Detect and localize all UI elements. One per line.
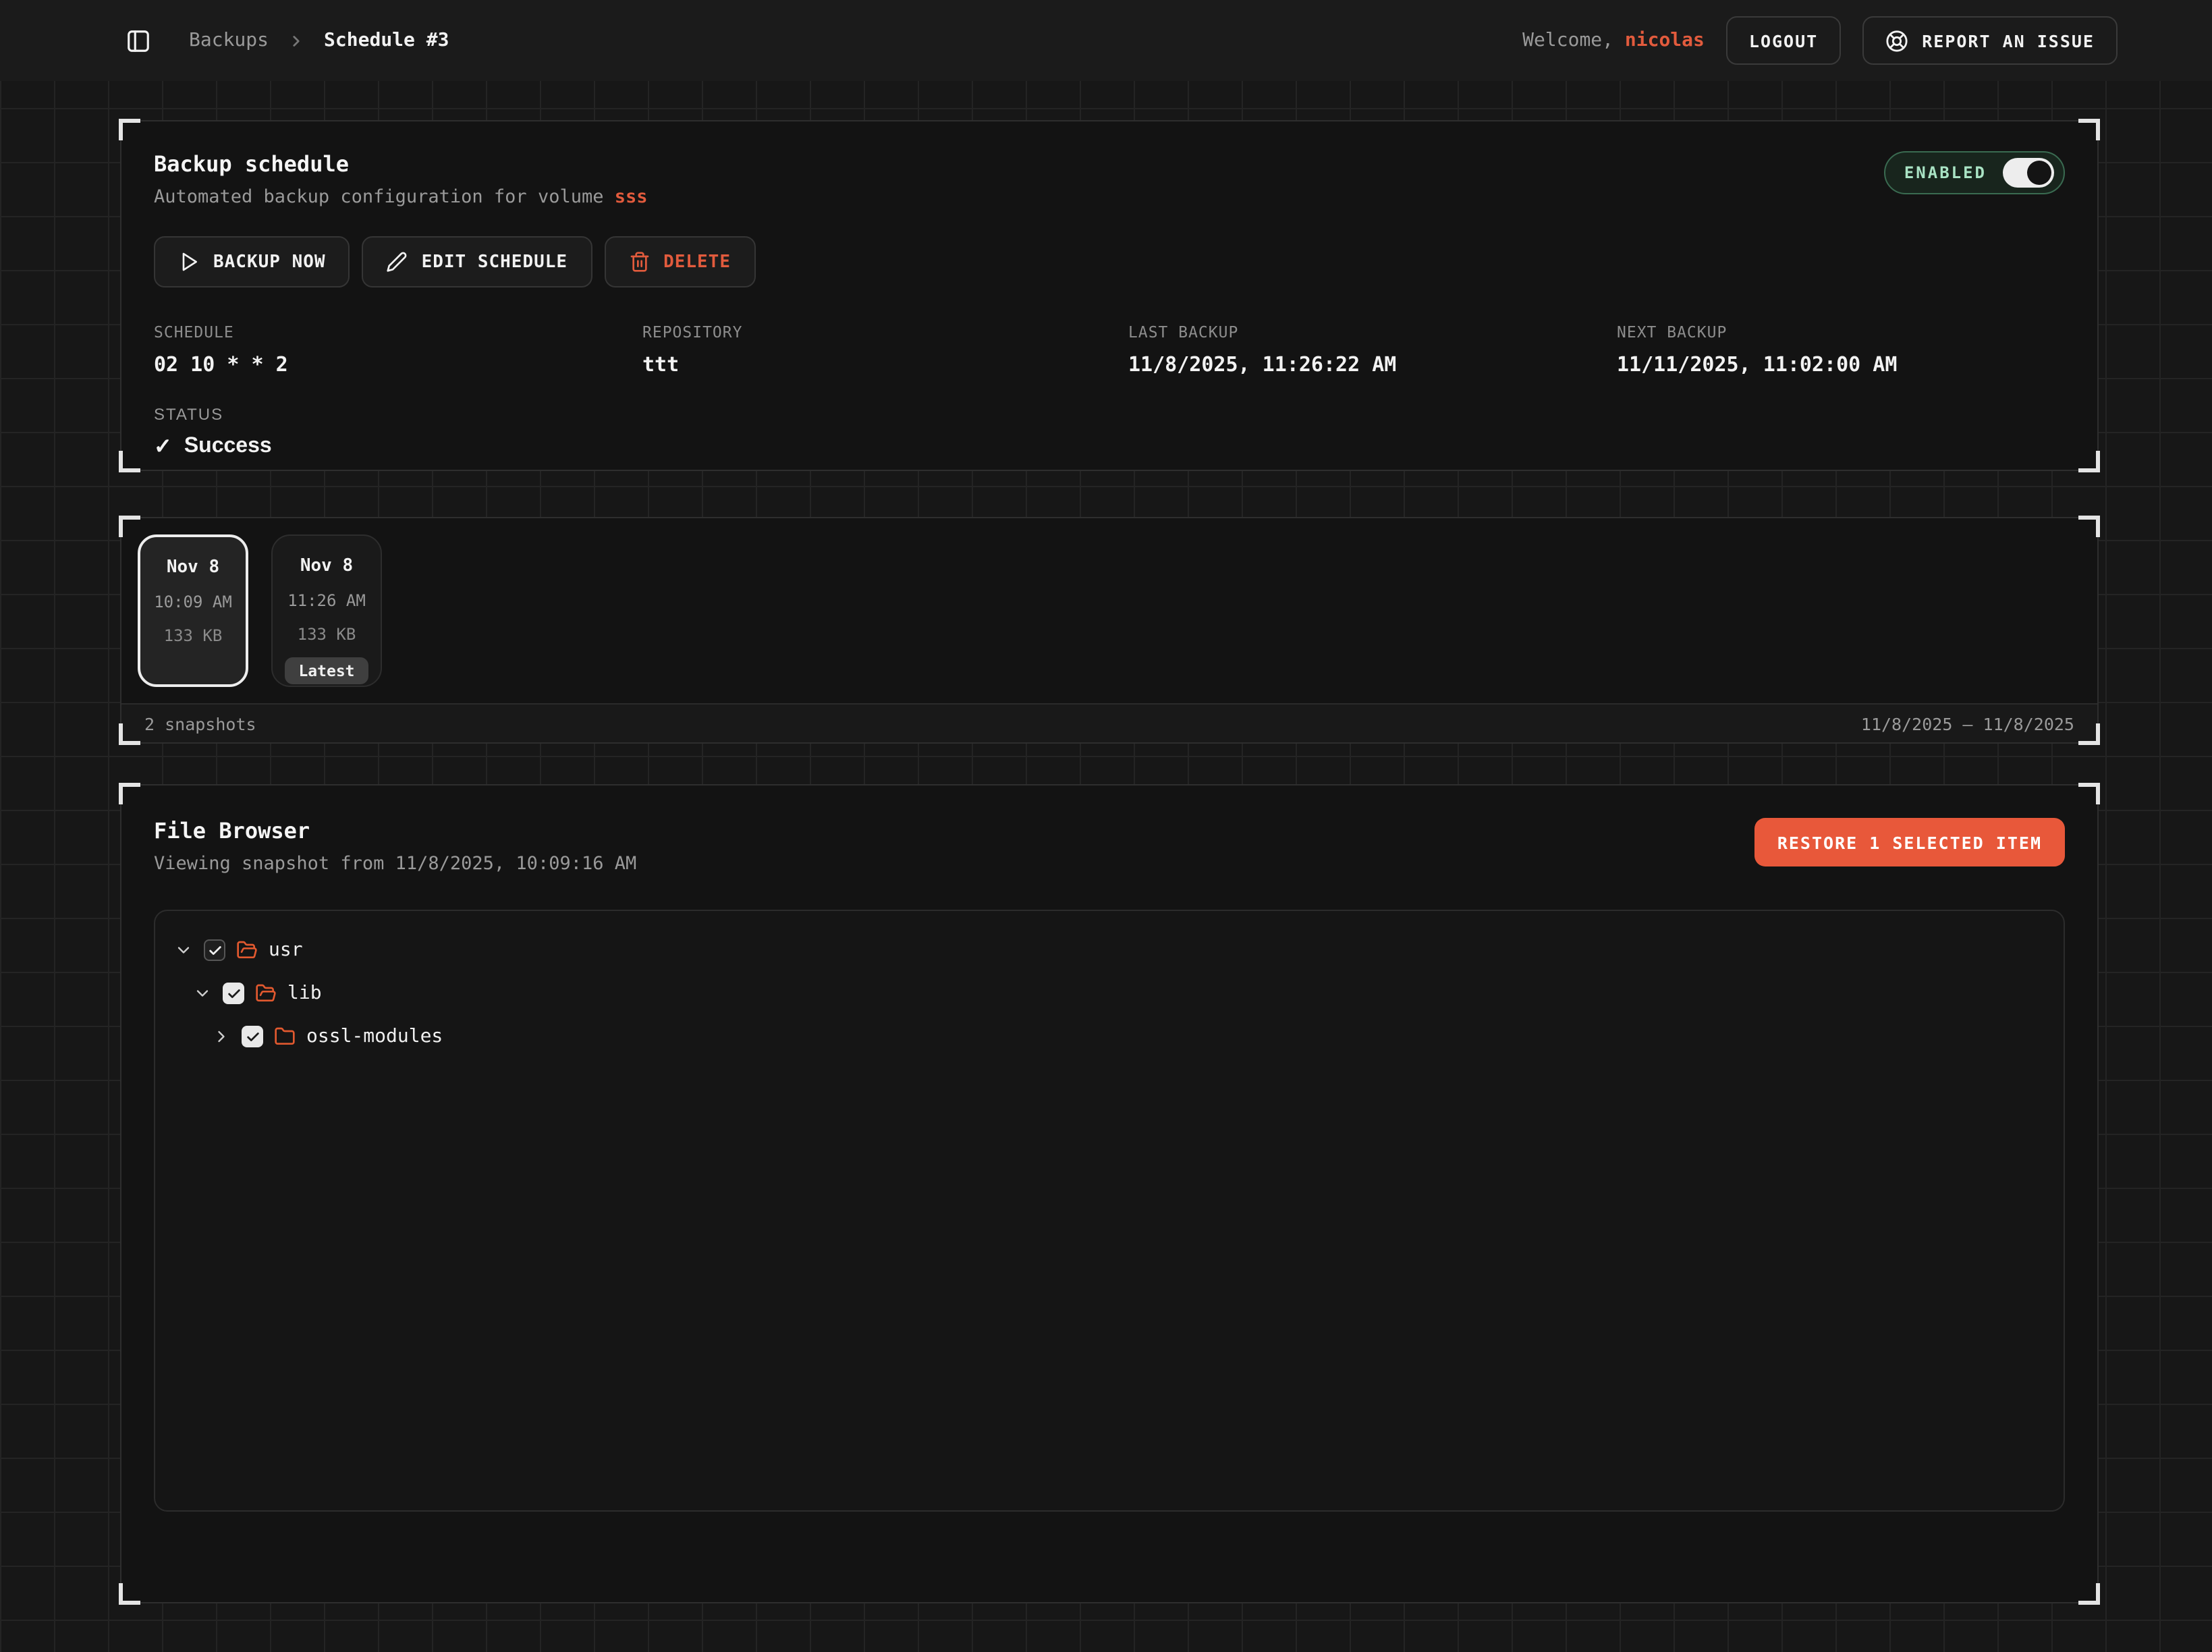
check-icon: ✓ xyxy=(154,433,172,460)
corner-bracket xyxy=(2078,451,2100,472)
snapshots-footer: 2 snapshots 11/8/2025 – 11/8/2025 xyxy=(121,703,2097,742)
play-icon xyxy=(178,251,200,273)
file-browser-panel: File Browser Viewing snapshot from 11/8/… xyxy=(120,784,2099,1603)
field-value: 02 10 * * 2 xyxy=(154,352,642,377)
field-label: NEXT BACKUP xyxy=(1617,323,2065,341)
latest-badge: Latest xyxy=(285,657,368,684)
field-repository: REPOSITORY ttt xyxy=(642,323,1128,377)
checkbox-checked[interactable] xyxy=(242,1026,263,1047)
breadcrumb-parent[interactable]: Backups xyxy=(189,30,269,51)
snapshot-date: Nov 8 xyxy=(300,556,353,576)
chevron-down-icon[interactable] xyxy=(193,984,212,1003)
chevron-right-icon[interactable] xyxy=(212,1027,231,1046)
volume-name: sss xyxy=(615,186,648,208)
chevron-right-icon xyxy=(287,32,305,49)
username: nicolas xyxy=(1625,30,1705,51)
snapshot-card-latest[interactable]: Nov 8 11:26 AM 133 KB Latest xyxy=(271,534,382,687)
delete-button[interactable]: DELETE xyxy=(604,236,755,287)
snapshot-time: 11:26 AM xyxy=(287,591,366,610)
file-browser-title: File Browser xyxy=(154,818,636,844)
folder-icon xyxy=(274,1026,296,1047)
page-title: Backup schedule xyxy=(154,151,648,177)
pencil-icon xyxy=(387,251,408,273)
field-label: LAST BACKUP xyxy=(1128,323,1617,341)
corner-bracket xyxy=(119,451,140,472)
corner-bracket xyxy=(2078,516,2100,537)
corner-bracket xyxy=(119,783,140,804)
snapshot-size: 133 KB xyxy=(298,625,356,644)
schedule-info-grid: SCHEDULE 02 10 * * 2 REPOSITORY ttt LAST… xyxy=(154,323,2065,377)
tree-item-label: lib xyxy=(287,983,322,1004)
corner-bracket xyxy=(2078,1583,2100,1605)
field-value: 11/11/2025, 11:02:00 AM xyxy=(1617,352,2065,377)
trash-icon xyxy=(628,251,650,273)
snapshot-card-selected[interactable]: Nov 8 10:09 AM 133 KB xyxy=(138,534,248,687)
backup-schedule-panel: Backup schedule Automated backup configu… xyxy=(120,120,2099,471)
breadcrumb-current: Schedule #3 xyxy=(324,30,449,51)
restore-button[interactable]: RESTORE 1 SELECTED ITEM xyxy=(1754,818,2065,866)
enabled-pill: ENABLED xyxy=(1884,151,2065,194)
status-label: STATUS xyxy=(154,405,2065,424)
toggle-knob xyxy=(2027,161,2051,185)
tree-item-label: ossl-modules xyxy=(306,1026,443,1047)
folder-open-icon xyxy=(255,983,277,1004)
corner-bracket xyxy=(2078,723,2100,745)
snapshot-count: 2 snapshots xyxy=(144,713,256,734)
checkbox-checked[interactable] xyxy=(204,939,225,961)
schedule-subtitle: Automated backup configuration for volum… xyxy=(154,186,648,208)
tree-row-usr[interactable]: usr xyxy=(174,929,2045,972)
checkbox-checked[interactable] xyxy=(223,983,244,1004)
snapshot-time: 10:09 AM xyxy=(154,593,232,611)
field-value: ttt xyxy=(642,352,1128,377)
page: Backups Schedule #3 Welcome, nicolas LOG… xyxy=(0,0,2212,1652)
top-bar-actions: Welcome, nicolas LOGOUT REPORT AN ISSUE xyxy=(1522,16,2118,65)
corner-bracket xyxy=(2078,783,2100,804)
breadcrumb: Backups Schedule #3 xyxy=(126,28,449,53)
field-schedule: SCHEDULE 02 10 * * 2 xyxy=(154,323,642,377)
edit-schedule-button[interactable]: EDIT SCHEDULE xyxy=(362,236,592,287)
corner-bracket xyxy=(119,119,140,140)
field-value: 11/8/2025, 11:26:22 AM xyxy=(1128,352,1617,377)
welcome-text: Welcome, nicolas xyxy=(1522,30,1705,51)
chevron-down-icon[interactable] xyxy=(174,941,193,960)
file-tree: usr lib xyxy=(154,910,2065,1512)
snapshot-list: Nov 8 10:09 AM 133 KB Nov 8 11:26 AM 133… xyxy=(121,518,2097,703)
enabled-label: ENABLED xyxy=(1904,163,1987,182)
snapshot-date-range: 11/8/2025 – 11/8/2025 xyxy=(1861,713,2074,734)
report-issue-button[interactable]: REPORT AN ISSUE xyxy=(1862,16,2118,65)
tree-item-label: usr xyxy=(269,939,303,961)
corner-bracket xyxy=(119,516,140,537)
tree-row-lib[interactable]: lib xyxy=(174,972,2045,1015)
backup-now-button[interactable]: BACKUP NOW xyxy=(154,236,350,287)
field-last-backup: LAST BACKUP 11/8/2025, 11:26:22 AM xyxy=(1128,323,1617,377)
folder-open-icon xyxy=(236,939,258,961)
field-label: SCHEDULE xyxy=(154,323,642,341)
field-next-backup: NEXT BACKUP 11/11/2025, 11:02:00 AM xyxy=(1617,323,2065,377)
logout-button[interactable]: LOGOUT xyxy=(1726,16,1841,65)
tree-row-ossl-modules[interactable]: ossl-modules xyxy=(174,1015,2045,1058)
snapshots-panel: Nov 8 10:09 AM 133 KB Nov 8 11:26 AM 133… xyxy=(120,517,2099,744)
top-bar: Backups Schedule #3 Welcome, nicolas LOG… xyxy=(0,0,2212,81)
status-badge: ✓ Success xyxy=(154,433,2065,460)
field-label: REPOSITORY xyxy=(642,323,1128,341)
file-browser-subtitle: Viewing snapshot from 11/8/2025, 10:09:1… xyxy=(154,853,636,875)
snapshot-size: 133 KB xyxy=(164,626,223,645)
status-block: STATUS ✓ Success xyxy=(154,405,2065,460)
corner-bracket xyxy=(119,1583,140,1605)
life-buoy-icon xyxy=(1885,29,1908,52)
corner-bracket xyxy=(119,723,140,745)
snapshot-date: Nov 8 xyxy=(167,557,219,578)
enabled-toggle[interactable] xyxy=(2003,158,2054,188)
corner-bracket xyxy=(2078,119,2100,140)
sidebar-toggle-icon[interactable] xyxy=(126,28,151,53)
status-value: Success xyxy=(184,435,272,459)
